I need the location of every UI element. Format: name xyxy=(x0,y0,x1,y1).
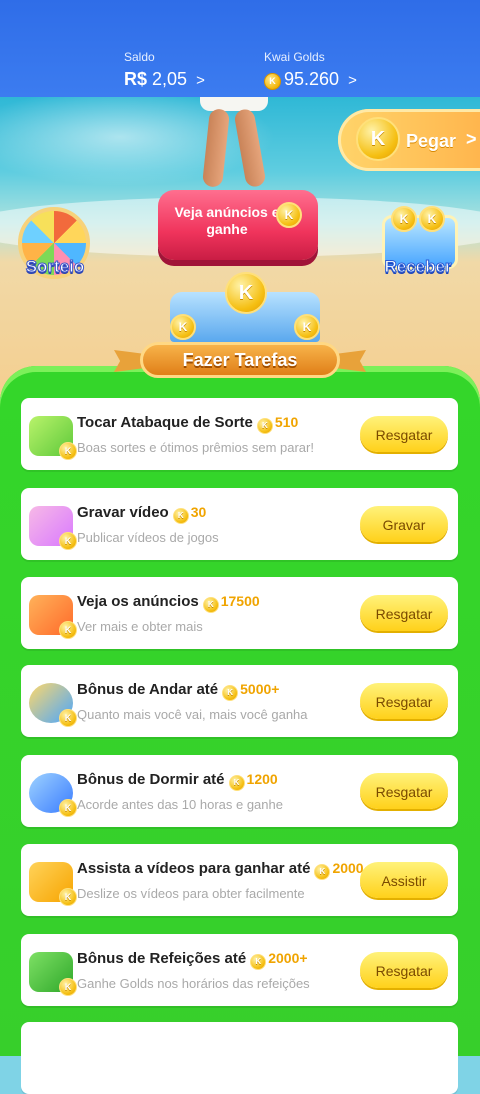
task-title: Gravar vídeo K 30 xyxy=(77,504,206,524)
watch-ads-button[interactable]: Veja anúncios e ganhe K xyxy=(158,190,318,260)
task-card: K Bônus de Refeições até K 2000+ Ganhe Gol… xyxy=(21,934,458,1006)
task-reward: K 17500 xyxy=(202,593,260,613)
task-card: K Veja os anúncios K 17500 Ver mais e obte… xyxy=(21,577,458,649)
task-title: Veja os anúncios K 17500 xyxy=(77,593,260,613)
resgatar-button[interactable]: Resgatar xyxy=(360,773,448,809)
assistir-button[interactable]: Assistir xyxy=(360,862,448,898)
task-card: K Bônus de Dormir até K 1200 Acorde antes … xyxy=(21,755,458,827)
tasks-banner: Fazer Tarefas xyxy=(110,342,370,382)
coin-icon: K xyxy=(314,864,331,880)
chevron-right-icon: > xyxy=(348,72,357,89)
coin-icon: K xyxy=(222,685,239,701)
golds-label: Kwai Golds xyxy=(264,50,325,64)
task-title: Bônus de Andar até K 5000+ xyxy=(77,681,279,701)
task-reward: K 2000+ xyxy=(250,950,308,970)
saldo-section[interactable]: Saldo R$ 2,05 > xyxy=(124,50,205,90)
task-subtitle: Ver mais e obter mais xyxy=(77,619,203,634)
tasks-banner-title: Fazer Tarefas xyxy=(140,342,340,378)
task-title: Bônus de Dormir até K 1200 xyxy=(77,771,278,791)
coin-icon: K xyxy=(356,117,400,161)
task-subtitle: Boas sortes e ótimos prêmios sem parar! xyxy=(77,440,314,455)
currency-symbol: R$ xyxy=(124,69,148,89)
task-subtitle: Ganhe Golds nos horários das refeições xyxy=(77,976,310,991)
task-reward: K 510 xyxy=(256,414,298,434)
tv-icon: K xyxy=(29,595,77,639)
task-card: K Tocar Atabaque de Sorte K 510 Boas sorte… xyxy=(21,398,458,470)
sorteio-label[interactable]: Sorteio xyxy=(20,257,90,277)
task-card xyxy=(21,1022,458,1094)
task-title: Assista a vídeos para ganhar até K 2000 xyxy=(77,860,364,880)
walking-boy-icon: K xyxy=(29,683,77,727)
task-reward: K 2000 xyxy=(314,860,364,880)
task-card: K Bônus de Andar até K 5000+ Quanto mais v… xyxy=(21,665,458,737)
task-title: Tocar Atabaque de Sorte K 510 xyxy=(77,414,298,434)
pegar-button[interactable]: K Pegar > xyxy=(338,109,480,171)
drum-icon: K xyxy=(29,416,77,460)
coin-icon: K xyxy=(264,73,281,90)
coin-icon: K xyxy=(276,202,302,228)
resgatar-button[interactable]: Resgatar xyxy=(360,416,448,452)
golds-section[interactable]: Kwai Golds K 95.260 > xyxy=(264,50,357,90)
tasks-panel: Fazer Tarefas K Tocar Atabaque de Sorte K… xyxy=(0,342,480,1094)
movie-camera-icon: K xyxy=(29,862,77,906)
moon-icon: K xyxy=(29,773,77,817)
video-camera-icon: K xyxy=(29,506,77,550)
task-reward: K 5000+ xyxy=(222,681,279,701)
coin-icon: K xyxy=(202,597,219,613)
resgatar-button[interactable]: Resgatar xyxy=(360,595,448,631)
task-subtitle: Publicar vídeos de jogos xyxy=(77,530,219,545)
watch-ads-label: Veja anúncios e ganhe xyxy=(174,204,280,237)
chevron-right-icon: > xyxy=(196,72,205,89)
task-reward: K 30 xyxy=(172,504,206,524)
task-subtitle: Quanto mais você vai, mais você ganha xyxy=(77,707,308,722)
task-subtitle: Acorde antes das 10 horas e ganhe xyxy=(77,797,283,812)
saldo-label: Saldo xyxy=(124,50,155,64)
saldo-value: 2,05 xyxy=(152,69,188,89)
balance-header: Saldo R$ 2,05 > Kwai Golds K 95.260 > xyxy=(0,0,480,97)
receber-label[interactable]: Receber xyxy=(376,257,460,277)
task-subtitle: Deslize os vídeos para obter facilmente xyxy=(77,886,305,901)
coin-chest-icon: K K K xyxy=(170,272,320,342)
coin-icon: K xyxy=(419,206,445,232)
meal-bag-icon: K xyxy=(29,952,77,996)
golds-value: 95.260 xyxy=(284,69,340,89)
saldo-value-row[interactable]: R$ 2,05 > xyxy=(124,69,205,90)
pegar-label: Pegar xyxy=(406,131,457,151)
resgatar-button[interactable]: Resgatar xyxy=(360,683,448,719)
task-card: K Gravar vídeo K 30 Publicar vídeos de jog… xyxy=(21,488,458,560)
task-card: K Assista a vídeos para ganhar até K 2000 … xyxy=(21,844,458,916)
coin-icon: K xyxy=(172,508,189,524)
coin-icon: K xyxy=(170,314,196,340)
coin-icon: K xyxy=(225,272,267,314)
coin-icon: K xyxy=(250,954,267,970)
character-legs-illustration xyxy=(196,97,276,189)
coin-icon: K xyxy=(256,418,273,434)
task-reward: K 1200 xyxy=(228,771,278,791)
gravar-button[interactable]: Gravar xyxy=(360,506,448,542)
golds-value-row[interactable]: K 95.260 > xyxy=(264,69,357,90)
task-title: Bônus de Refeições até K 2000+ xyxy=(77,950,308,970)
coin-icon: K xyxy=(228,775,245,791)
coin-icon: K xyxy=(391,206,417,232)
resgatar-button[interactable]: Resgatar xyxy=(360,952,448,988)
coin-icon: K xyxy=(294,314,320,340)
chevron-right-icon: > xyxy=(466,129,477,149)
